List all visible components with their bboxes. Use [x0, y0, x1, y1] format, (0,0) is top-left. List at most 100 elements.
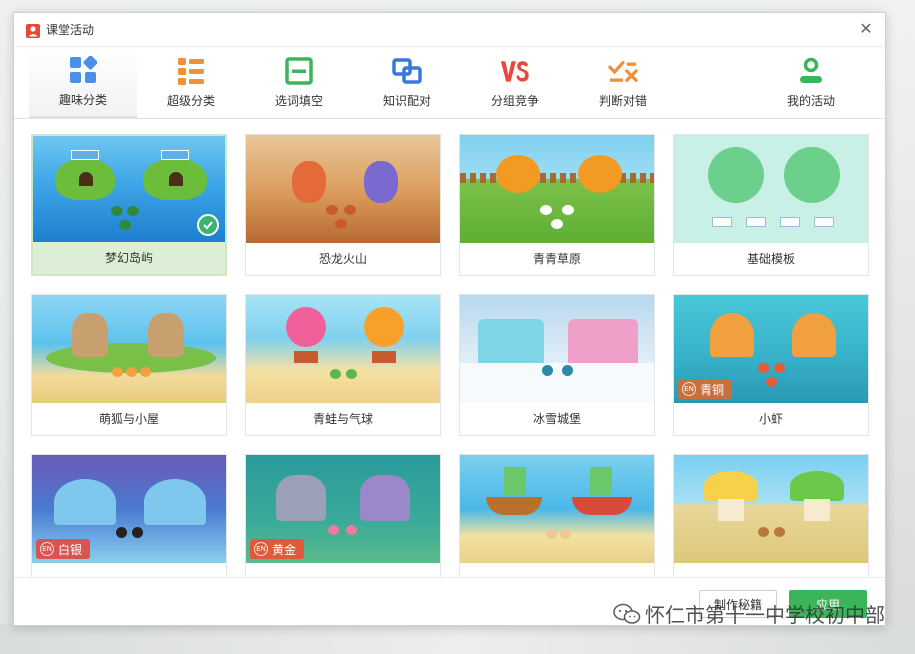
- template-name: [674, 563, 868, 578]
- close-button[interactable]: ✕: [857, 20, 875, 38]
- tab-true-false[interactable]: 判断对错: [569, 47, 677, 118]
- cave-right: [169, 172, 183, 186]
- tier-badge-gold: EN 黄金: [250, 539, 305, 559]
- dragon-token-1: [326, 205, 338, 215]
- fish-1: [328, 525, 339, 535]
- class-activity-dialog: 课堂活动 ✕ 趣味分类 超级分类 选词填空 知识配对 分组竞争 判断对错 我的活…: [13, 12, 886, 626]
- template-name: 小虾: [758, 412, 783, 426]
- template-name: [460, 563, 654, 578]
- frog-2: [127, 206, 139, 216]
- pot-house-left: [276, 475, 326, 521]
- castle-left: [478, 319, 544, 363]
- mushroom-stem-left: [718, 499, 744, 521]
- shrimp-1: [758, 363, 769, 373]
- template-card-ice-castle[interactable]: 冰雪城堡: [459, 294, 655, 436]
- ship-right: [572, 497, 632, 515]
- option-chip-1: [712, 217, 732, 227]
- sheep-3: [551, 219, 563, 229]
- tab-group-compete[interactable]: 分组竞争: [461, 47, 569, 118]
- igloo-left: [54, 479, 116, 525]
- tab-label: 选词填空: [274, 94, 323, 108]
- basket-right: [372, 351, 396, 363]
- template-thumbnail: [33, 136, 225, 242]
- penguin-1: [542, 365, 553, 376]
- template-card-pirate-ships[interactable]: [459, 454, 655, 578]
- shrimp-3: [766, 377, 777, 387]
- template-name: 青青草原: [532, 252, 581, 266]
- wechat-icon: [613, 603, 641, 625]
- template-card-igloo[interactable]: EN 白银: [31, 454, 227, 578]
- fox-1: [112, 367, 123, 377]
- badge-label: 白银: [58, 542, 83, 557]
- circle-left: [708, 147, 764, 203]
- pumpkin-left: [496, 155, 540, 193]
- balloon-right: [364, 307, 404, 347]
- tab-label: 趣味分类: [58, 93, 107, 107]
- shell-house-right: [792, 313, 836, 357]
- template-thumbnail: [460, 455, 654, 563]
- template-name: [32, 563, 226, 578]
- template-card-basic[interactable]: 基础模板: [673, 134, 869, 276]
- penguin-a: [116, 527, 127, 538]
- en-badge-icon: EN: [682, 382, 696, 396]
- basket-left: [294, 351, 318, 363]
- option-chip-3: [780, 217, 800, 227]
- option-chip-2: [746, 217, 766, 227]
- en-badge-icon: EN: [40, 542, 54, 556]
- tab-label: 判断对错: [598, 94, 647, 108]
- cave-left: [79, 172, 93, 186]
- monkey-1: [758, 527, 769, 537]
- template-thumbnail: [246, 135, 440, 243]
- dragon-token-2: [344, 205, 356, 215]
- tab-fun-classify[interactable]: 趣味分类: [29, 47, 137, 118]
- sheep-2: [562, 205, 574, 215]
- template-thumbnail: EN 白银: [32, 455, 226, 563]
- selected-check-icon: [197, 214, 219, 236]
- snow-ground: [460, 363, 654, 403]
- template-name: 梦幻岛屿: [104, 251, 153, 265]
- tier-badge-silver: EN 白银: [36, 539, 91, 559]
- shrimp-2: [774, 363, 785, 373]
- sheep-1: [540, 205, 552, 215]
- template-card-underwater[interactable]: EN 黄金: [245, 454, 441, 578]
- template-card-frog-balloon[interactable]: 青蛙与气球: [245, 294, 441, 436]
- badge-label: 黄金: [272, 542, 297, 557]
- dragon-red: [292, 161, 326, 203]
- tab-label: 分组竞争: [490, 94, 539, 108]
- template-thumbnail: [246, 295, 440, 403]
- template-card-mushroom[interactable]: [673, 454, 869, 578]
- frog-3: [119, 220, 131, 230]
- ship-left: [486, 497, 542, 515]
- template-name: 恐龙火山: [318, 252, 367, 266]
- list-icon: [176, 56, 206, 86]
- template-card-fox-house[interactable]: 萌狐与小屋: [31, 294, 227, 436]
- template-grid: 梦幻岛屿 恐龙火山 青青草原 基础模板 萌狐与小屋 青蛙与气球 冰雪城堡 EN …: [31, 134, 885, 578]
- tower-right: [148, 313, 184, 357]
- fill-blank-icon: [284, 56, 314, 86]
- template-card-shrimp[interactable]: EN 青铜 小虾: [673, 294, 869, 436]
- monkey-2: [774, 527, 785, 537]
- tab-fill-blank[interactable]: 选词填空: [245, 47, 353, 118]
- template-thumbnail: EN 青铜: [674, 295, 868, 403]
- template-thumbnail: [460, 295, 654, 403]
- pirate-1: [546, 529, 557, 539]
- check-cross-icon: [608, 56, 638, 86]
- close-icon: ✕: [859, 19, 873, 38]
- template-card-green-grassland[interactable]: 青青草原: [459, 134, 655, 276]
- template-thumbnail: [674, 455, 868, 563]
- tab-my-activities[interactable]: 我的活动: [757, 47, 865, 118]
- template-name: 冰雪城堡: [532, 412, 581, 426]
- template-card-dream-island[interactable]: 梦幻岛屿: [31, 134, 227, 276]
- template-grid-area: 梦幻岛屿 恐龙火山 青青草原 基础模板 萌狐与小屋 青蛙与气球 冰雪城堡 EN …: [14, 120, 885, 578]
- tab-super-classify[interactable]: 超级分类: [137, 47, 245, 118]
- grid-blocks-icon: [68, 55, 98, 85]
- template-name: [246, 563, 440, 578]
- sail-left: [504, 467, 526, 495]
- template-card-dino-volcano[interactable]: 恐龙火山: [245, 134, 441, 276]
- template-thumbnail: [674, 135, 868, 243]
- frog-a: [330, 369, 341, 379]
- shell-house-left: [710, 313, 754, 357]
- template-name: 萌狐与小屋: [98, 412, 159, 426]
- tab-label: 我的活动: [786, 94, 835, 108]
- tab-knowledge-match[interactable]: 知识配对: [353, 47, 461, 118]
